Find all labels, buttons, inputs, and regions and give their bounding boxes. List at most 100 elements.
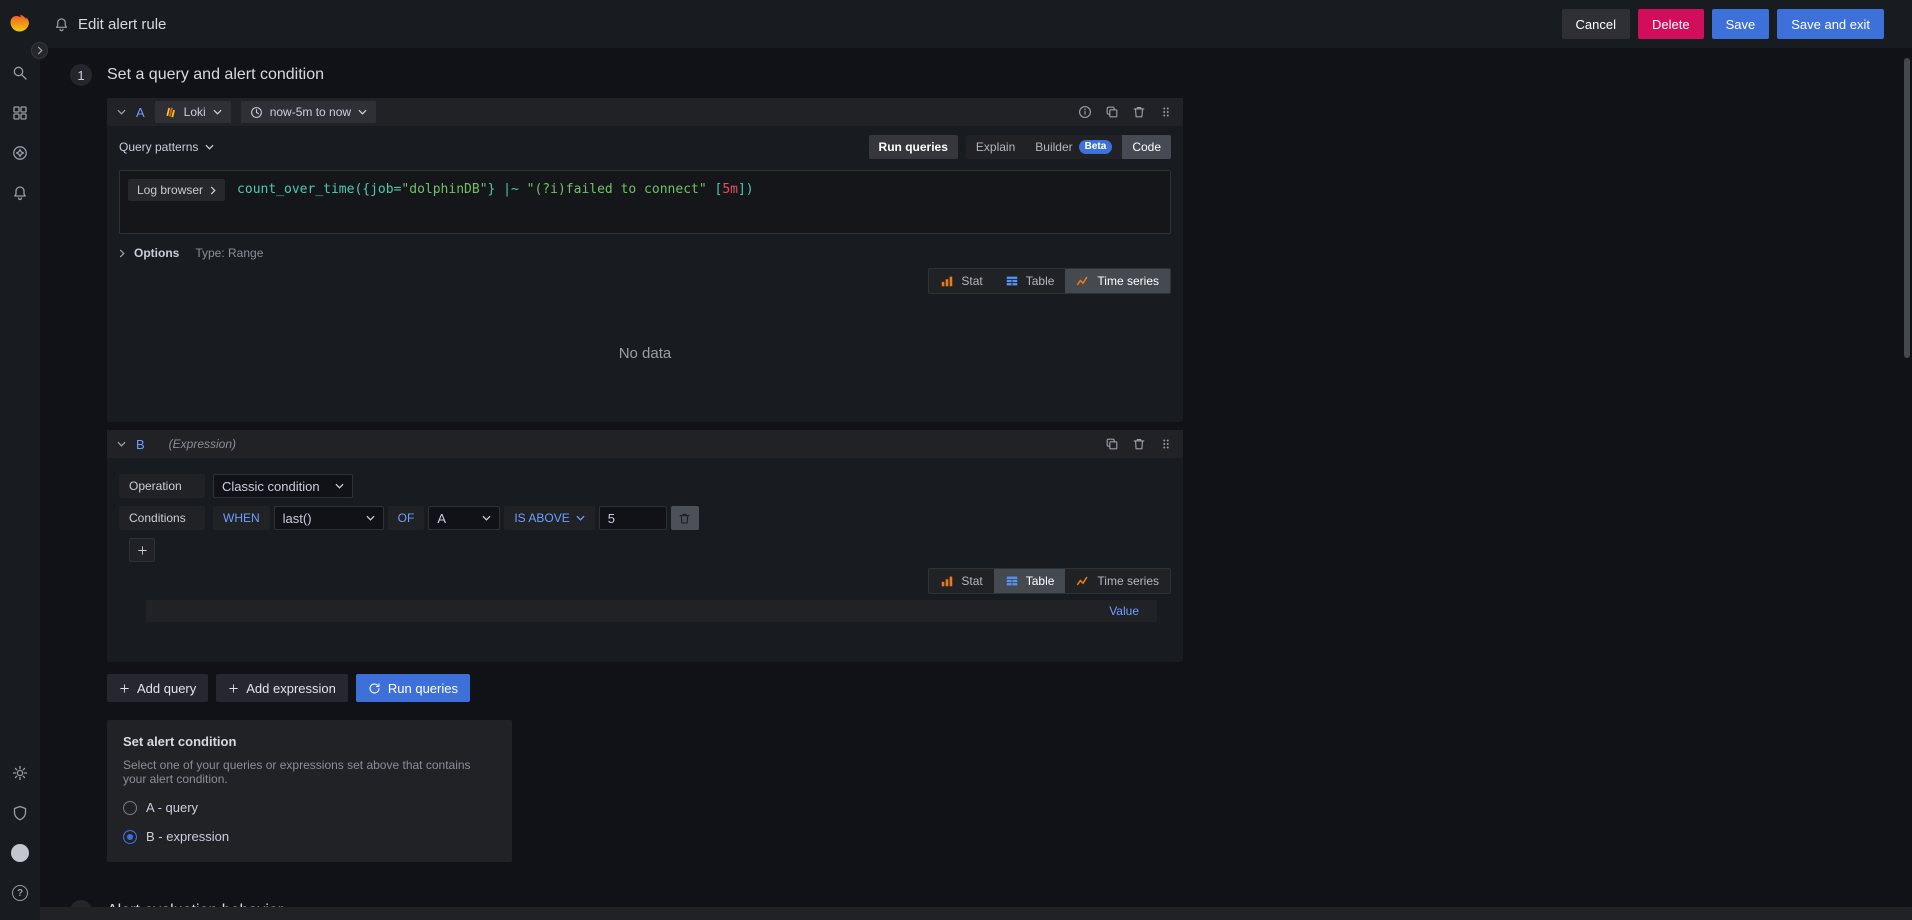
comparator-value: IS ABOVE — [514, 511, 570, 525]
page-scrollbar[interactable] — [1902, 48, 1912, 920]
no-data-message: No data — [618, 344, 672, 362]
condition-option-a-label: A - query — [146, 800, 199, 815]
grafana-logo-icon[interactable] — [8, 12, 32, 36]
alert-condition-title: Set alert condition — [123, 734, 237, 749]
delete-query-icon[interactable] — [1132, 105, 1146, 119]
collapse-query-a-icon[interactable] — [117, 109, 126, 115]
run-queries-button[interactable]: Run queries — [355, 674, 470, 702]
add-condition-button[interactable] — [129, 538, 155, 562]
comparator-select[interactable]: IS ABOVE — [504, 506, 595, 530]
of-label: OF — [387, 506, 425, 530]
query-a-header: A Loki now-5m to now — [107, 98, 1183, 126]
cancel-button[interactable]: Cancel — [1561, 9, 1630, 39]
alerting-bell-icon[interactable] — [11, 184, 29, 202]
condition-option-b-label: B - expression — [146, 829, 230, 844]
run-queries-label: Run queries — [387, 680, 458, 696]
stat-icon — [942, 576, 953, 587]
query-ref-value: A — [437, 510, 447, 526]
operation-value: Classic condition — [222, 478, 320, 494]
add-expression-button[interactable]: Add expression — [216, 674, 348, 702]
viz-stat-toggle[interactable]: Stat — [929, 569, 993, 593]
query-a-actions — [1078, 105, 1173, 119]
query-token: count_over_time({job= — [237, 182, 402, 197]
viz-stat-label: Stat — [961, 574, 983, 588]
step-1-title: Set a query and alert condition — [107, 66, 325, 83]
log-browser-label: Log browser — [137, 183, 204, 197]
query-ref-select[interactable]: A — [428, 506, 501, 530]
drag-handle-icon[interactable] — [1159, 437, 1173, 451]
table-header-row: Value — [146, 600, 1157, 622]
datasource-picker[interactable]: Loki — [154, 101, 231, 123]
builder-toggle[interactable]: Builder Beta — [1025, 135, 1122, 159]
remove-condition-button[interactable] — [670, 506, 699, 530]
explain-toggle[interactable]: Explain — [966, 135, 1025, 159]
time-range-picker[interactable]: now-5m to now — [240, 101, 377, 123]
sidebar: ? — [0, 48, 40, 920]
conditions-label: Conditions — [119, 506, 205, 530]
step-1-header: 1 Set a query and alert condition — [70, 64, 1896, 86]
plus-icon — [229, 683, 238, 693]
alert-condition-card: Set alert condition Select one of your q… — [107, 720, 512, 862]
run-queries-toolbar-button[interactable]: Run queries — [868, 135, 958, 159]
reducer-function-select[interactable]: last() — [273, 506, 384, 530]
time-range-value: now-5m to now — [269, 105, 352, 119]
viz-timeseries-toggle[interactable]: Time series — [1065, 269, 1170, 293]
table-icon — [1006, 276, 1017, 286]
expression-b-header: B (Expression) — [107, 430, 1183, 458]
plus-icon — [137, 545, 147, 555]
scrollbar-thumb[interactable] — [1904, 58, 1910, 358]
save-and-exit-button[interactable]: Save and exit — [1777, 9, 1884, 39]
admin-shield-icon[interactable] — [11, 804, 29, 822]
alert-rule-bell-icon — [54, 17, 69, 32]
value-column-header[interactable]: Value — [1109, 604, 1139, 618]
code-toggle[interactable]: Code — [1122, 135, 1171, 159]
profile-avatar[interactable] — [11, 844, 29, 862]
drag-handle-icon[interactable] — [1159, 105, 1173, 119]
radio-unchecked-icon[interactable] — [123, 800, 137, 815]
operation-select[interactable]: Classic condition — [213, 474, 353, 498]
main-content: 1 Set a query and alert condition A Loki… — [40, 48, 1896, 920]
threshold-input[interactable] — [598, 506, 667, 530]
duplicate-query-icon[interactable] — [1105, 105, 1119, 119]
when-label: WHEN — [213, 506, 270, 530]
info-circle-icon[interactable] — [1078, 105, 1092, 119]
loki-query-text: count_over_time({job="dolphinDB"} |~ "(?… — [237, 179, 754, 197]
search-icon[interactable] — [11, 64, 29, 82]
viz-table-toggle[interactable]: Table — [993, 569, 1066, 593]
viz-stat-toggle[interactable]: Stat — [929, 269, 993, 293]
dashboards-icon[interactable] — [11, 104, 29, 122]
help-icon[interactable]: ? — [11, 884, 29, 902]
query-options-row[interactable]: Options Type: Range — [119, 244, 1171, 262]
sidebar-expand-button[interactable] — [31, 42, 48, 59]
viz-timeseries-label: Time series — [1097, 274, 1159, 288]
settings-gear-icon[interactable] — [11, 764, 29, 782]
explore-compass-icon[interactable] — [11, 144, 29, 162]
query-token: "(?i)failed to connect" — [526, 182, 707, 197]
query-patterns-dropdown[interactable]: Query patterns — [119, 140, 214, 154]
collapse-expression-b-icon[interactable] — [117, 441, 126, 447]
add-query-button[interactable]: Add query — [107, 674, 209, 702]
step-1-number: 1 — [70, 64, 92, 86]
radio-checked-icon[interactable] — [123, 829, 137, 844]
viz-timeseries-toggle[interactable]: Time series — [1065, 569, 1170, 593]
editor-mode-group: Explain Builder Beta Code — [965, 135, 1171, 159]
expression-b-ref: B — [136, 436, 145, 452]
condition-option-b[interactable]: B - expression — [123, 829, 496, 844]
reducer-function-value: last() — [282, 510, 312, 526]
duplicate-expression-icon[interactable] — [1105, 437, 1119, 451]
beta-badge: Beta — [1078, 140, 1113, 154]
delete-expression-icon[interactable] — [1132, 437, 1146, 451]
log-browser-button[interactable]: Log browser — [128, 179, 226, 201]
query-token: "dolphinDB" — [401, 182, 488, 197]
delete-button[interactable]: Delete — [1638, 9, 1704, 39]
condition-option-a[interactable]: A - query — [123, 800, 496, 815]
query-a-panel: A Loki now-5m to now Query patterns Run … — [107, 98, 1183, 422]
add-query-label: Add query — [137, 680, 197, 696]
query-token: } |~ — [487, 182, 527, 197]
datasource-name: Loki — [183, 105, 206, 119]
viz-table-toggle[interactable]: Table — [994, 269, 1066, 293]
loki-query-editor[interactable]: Log browser count_over_time({job="dolphi… — [119, 170, 1171, 234]
options-type: Type: Range — [195, 246, 264, 260]
page-title: Edit alert rule — [78, 15, 167, 33]
save-button[interactable]: Save — [1711, 9, 1770, 39]
